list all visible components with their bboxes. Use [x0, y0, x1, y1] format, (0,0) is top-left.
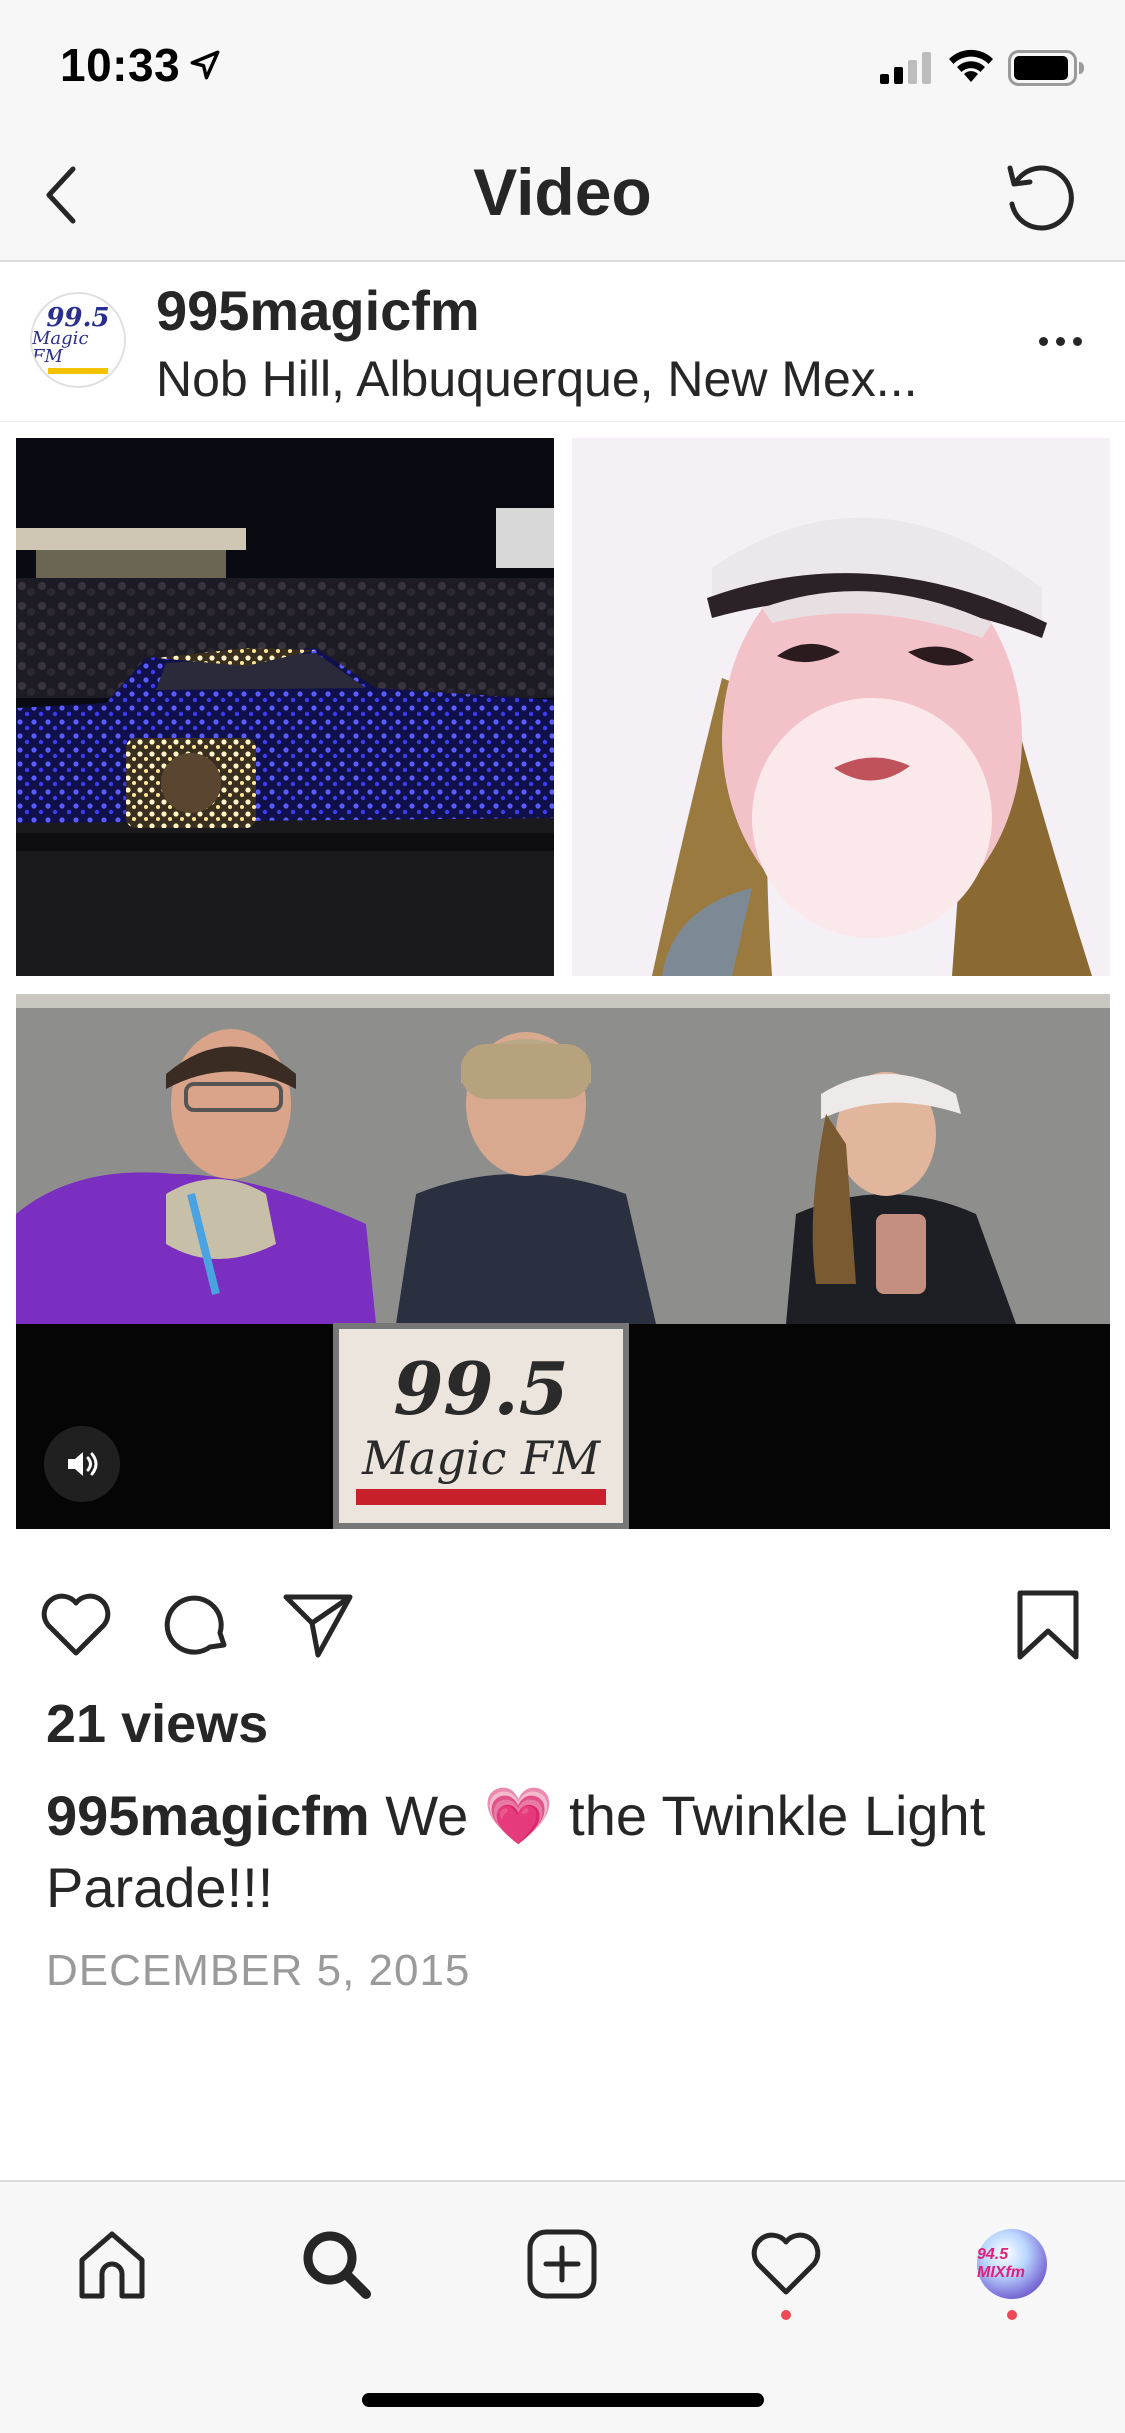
- activity-notification-dot: [781, 2310, 791, 2320]
- refresh-icon[interactable]: [1000, 158, 1080, 238]
- hosts-image: 99.5 Magic FM: [16, 994, 1110, 1529]
- post-date: DECEMBER 5, 2015: [46, 1946, 471, 1995]
- more-dot: [1038, 336, 1048, 346]
- post-caption: 995magicfm We 💗 the Twinkle Light Parade…: [46, 1780, 1086, 1924]
- wifi-icon: [949, 49, 993, 82]
- parade-car-image: [16, 438, 554, 976]
- video-pane-parade-car: [16, 438, 554, 976]
- tab-home[interactable]: [70, 2222, 154, 2306]
- sign-text-top: 99.5: [393, 1346, 568, 1431]
- more-icon[interactable]: [1030, 326, 1090, 356]
- post-action-bar: [0, 1547, 1125, 1687]
- speaker-icon: [68, 1452, 98, 1476]
- add-icon: [527, 2229, 597, 2299]
- status-time: 10:33: [60, 39, 181, 91]
- avatar-stripe: [48, 368, 108, 374]
- battery-icon: [1008, 50, 1084, 86]
- caption-heart-emoji: 💗: [483, 1784, 554, 1847]
- profile-avatar: 94.5 MIXfm: [977, 2229, 1047, 2299]
- sign-text-bottom: Magic FM: [361, 1431, 602, 1485]
- caption-text-start: We: [369, 1784, 484, 1847]
- activity-heart-icon: [751, 2232, 821, 2295]
- bookmark-icon[interactable]: [1010, 1587, 1086, 1663]
- more-dot: [1055, 336, 1065, 346]
- share-icon[interactable]: [280, 1587, 356, 1663]
- post-header: 99.5 Magic FM 995magicfm Nob Hill, Albuq…: [0, 262, 1125, 422]
- post-location[interactable]: Nob Hill, Albuquerque, New Mex...: [156, 350, 917, 408]
- cellular-signal-icon: [880, 52, 931, 84]
- video-pane-hosts: 99.5 Magic FM: [16, 994, 1110, 1529]
- post-username[interactable]: 995magicfm: [156, 278, 480, 343]
- caption-username[interactable]: 995magicfm: [46, 1784, 370, 1847]
- avatar-text-top: 99.5: [46, 303, 110, 333]
- avatar-text-bottom: Magic FM: [32, 328, 89, 367]
- search-icon: [303, 2231, 371, 2299]
- profile-avatar-text: 94.5 MIXfm: [977, 2246, 1025, 2281]
- comment-icon[interactable]: [160, 1587, 236, 1663]
- post-video[interactable]: 99.5 Magic FM: [0, 422, 1125, 1547]
- video-pane-selfie: [572, 438, 1110, 976]
- tab-profile[interactable]: 94.5 MIXfm: [970, 2222, 1054, 2306]
- location-arrow-icon: [190, 50, 220, 80]
- tab-new-post[interactable]: [520, 2222, 604, 2306]
- avatar[interactable]: 99.5 Magic FM: [30, 292, 126, 388]
- more-dot: [1072, 336, 1082, 346]
- navigation-bar: Video: [0, 130, 1125, 262]
- selfie-image: [572, 438, 1110, 976]
- view-count[interactable]: 21 views: [46, 1693, 268, 1755]
- page-title: Video: [473, 155, 652, 229]
- profile-notification-dot: [1007, 2310, 1017, 2320]
- status-bar: 10:33: [0, 0, 1125, 130]
- heart-icon[interactable]: [38, 1587, 114, 1663]
- home-icon: [79, 2231, 145, 2299]
- sound-toggle-button[interactable]: [44, 1426, 120, 1502]
- tab-search[interactable]: [294, 2222, 378, 2306]
- tab-activity[interactable]: [744, 2222, 828, 2306]
- home-indicator[interactable]: [362, 2393, 764, 2407]
